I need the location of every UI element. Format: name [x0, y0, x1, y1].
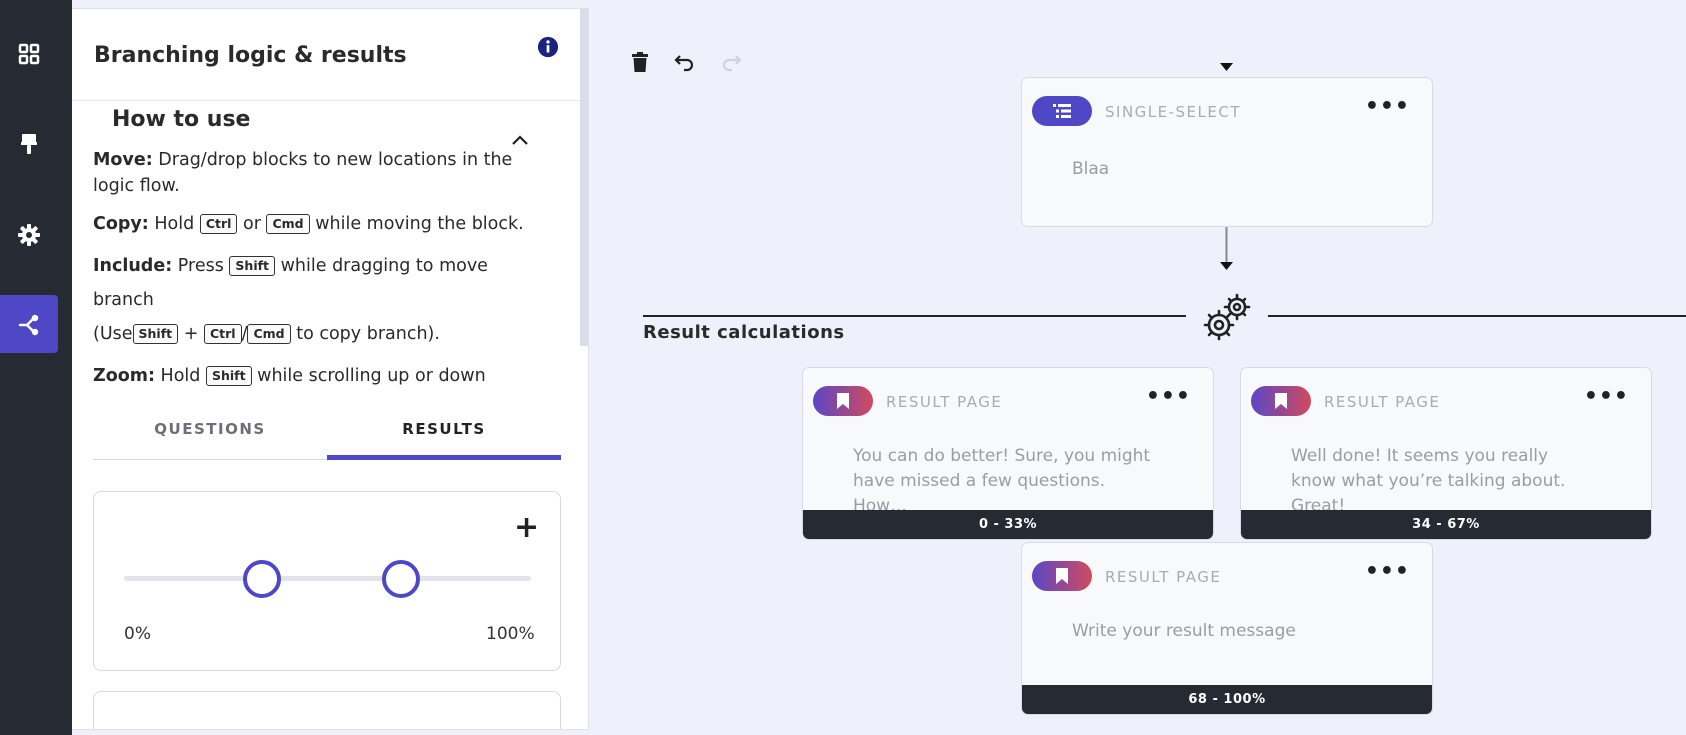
result-page-node[interactable]: RESULT PAGE ••• You can do better! Sure,…	[802, 367, 1214, 540]
node-type: RESULT PAGE	[1324, 393, 1441, 411]
more-options-icon[interactable]: •••	[1365, 559, 1410, 584]
node-type: SINGLE-SELECT	[1105, 103, 1242, 121]
result-page-badge	[813, 386, 873, 416]
node-text: Write your result message	[1072, 621, 1296, 641]
bookmark-icon	[837, 393, 849, 409]
score-range: 34 - 67%	[1241, 510, 1651, 539]
node-text: You can do better! Sure, you might have …	[853, 446, 1151, 516]
list-icon	[1053, 104, 1071, 118]
more-options-icon[interactable]: •••	[1365, 94, 1410, 119]
result-calculations-title: Result calculations	[643, 322, 845, 343]
single-select-badge	[1032, 96, 1092, 126]
node-text: Well done! It seems you really know what…	[1291, 446, 1566, 516]
more-options-icon[interactable]: •••	[1584, 384, 1629, 409]
node-type: RESULT PAGE	[1105, 568, 1222, 586]
score-range: 68 - 100%	[1022, 685, 1432, 714]
result-page-node[interactable]: RESULT PAGE ••• Well done! It seems you …	[1240, 367, 1652, 540]
result-page-badge	[1032, 561, 1092, 591]
score-range: 0 - 33%	[803, 510, 1213, 539]
gears-icon	[1203, 293, 1251, 341]
result-page-node[interactable]: RESULT PAGE ••• Write your result messag…	[1021, 542, 1433, 715]
bookmark-icon	[1275, 393, 1287, 409]
more-options-icon[interactable]: •••	[1146, 384, 1191, 409]
single-select-node[interactable]: SINGLE-SELECT ••• Blaa	[1021, 77, 1433, 227]
bookmark-icon	[1056, 568, 1068, 584]
node-text: Blaa	[1072, 159, 1110, 179]
node-type: RESULT PAGE	[886, 393, 1003, 411]
result-page-badge	[1251, 386, 1311, 416]
